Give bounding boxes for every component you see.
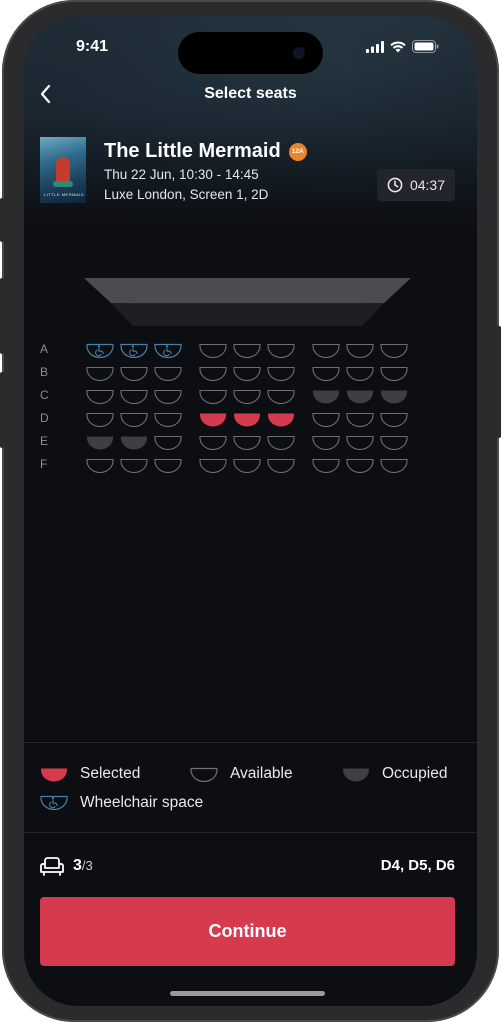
wheelchair-icon bbox=[163, 345, 172, 357]
seat-d7-available[interactable] bbox=[312, 412, 340, 427]
seat-b1-available[interactable] bbox=[86, 366, 114, 381]
seat-a9-available[interactable] bbox=[380, 343, 408, 358]
seat-count: 3/3 bbox=[40, 856, 93, 876]
seat-a3-wheelchair[interactable] bbox=[154, 343, 182, 358]
seat-d3-available[interactable] bbox=[154, 412, 182, 427]
selected-seat-icon bbox=[41, 768, 67, 781]
row-label-e: E bbox=[40, 434, 49, 448]
wheelchair-icon bbox=[95, 345, 104, 357]
seat-a1-wheelchair[interactable] bbox=[86, 343, 114, 358]
available-seat-icon bbox=[190, 767, 218, 782]
continue-button[interactable]: Continue bbox=[40, 897, 455, 966]
selected-count: 3 bbox=[73, 857, 82, 874]
seat-b2-available[interactable] bbox=[120, 366, 148, 381]
seat-b8-available[interactable] bbox=[346, 366, 374, 381]
seat-f4-available[interactable] bbox=[199, 458, 227, 473]
seat-c8-occupied bbox=[347, 390, 373, 404]
row-label-a: A bbox=[40, 342, 49, 356]
armchair-icon bbox=[40, 857, 64, 876]
seat-a2-wheelchair[interactable] bbox=[120, 343, 148, 358]
seat-d8-available[interactable] bbox=[346, 412, 374, 427]
volume-up-button bbox=[0, 278, 4, 354]
legend-available: Available bbox=[190, 765, 293, 783]
home-indicator[interactable] bbox=[170, 991, 325, 996]
seat-f5-available[interactable] bbox=[233, 458, 261, 473]
seat-e6-available[interactable] bbox=[267, 435, 295, 450]
seat-b6-available[interactable] bbox=[267, 366, 295, 381]
seat-a7-available[interactable] bbox=[312, 343, 340, 358]
seat-f1-available[interactable] bbox=[86, 458, 114, 473]
wheelchair-seat-icon bbox=[40, 795, 68, 811]
seat-f9-available[interactable] bbox=[380, 458, 408, 473]
legend-divider bbox=[24, 742, 477, 743]
seat-f6-available[interactable] bbox=[267, 458, 295, 473]
legend-wheelchair: Wheelchair space bbox=[40, 794, 203, 812]
seat-map: ABCDEF bbox=[24, 16, 477, 496]
seat-e8-available[interactable] bbox=[346, 435, 374, 450]
seat-f7-available[interactable] bbox=[312, 458, 340, 473]
app-screen: 9:41 Select seats LITTLE MERMAID The Lit… bbox=[24, 16, 477, 1006]
seat-b7-available[interactable] bbox=[312, 366, 340, 381]
seat-a5-available[interactable] bbox=[233, 343, 261, 358]
seat-a8-available[interactable] bbox=[346, 343, 374, 358]
seat-c6-available[interactable] bbox=[267, 389, 295, 404]
legend-available-label: Available bbox=[230, 765, 293, 782]
seat-c9-occupied bbox=[381, 390, 407, 404]
selected-seats-summary: D4, D5, D6 bbox=[380, 857, 455, 874]
seat-b5-available[interactable] bbox=[233, 366, 261, 381]
seat-b9-available[interactable] bbox=[380, 366, 408, 381]
seat-c7-occupied bbox=[313, 390, 339, 404]
seat-c5-available[interactable] bbox=[233, 389, 261, 404]
seat-e1-occupied bbox=[87, 436, 113, 450]
seat-e9-available[interactable] bbox=[380, 435, 408, 450]
seat-c2-available[interactable] bbox=[120, 389, 148, 404]
seat-e3-available[interactable] bbox=[154, 435, 182, 450]
seat-d5-selected[interactable] bbox=[233, 412, 261, 427]
footer-divider bbox=[24, 832, 477, 833]
seat-c3-available[interactable] bbox=[154, 389, 182, 404]
seat-f8-available[interactable] bbox=[346, 458, 374, 473]
occupied-seat-icon bbox=[343, 768, 369, 781]
legend-occupied-label: Occupied bbox=[382, 765, 448, 782]
seat-c1-available[interactable] bbox=[86, 389, 114, 404]
total-count: /3 bbox=[81, 858, 93, 873]
legend-selected: Selected bbox=[40, 765, 140, 783]
seat-d4-selected[interactable] bbox=[199, 412, 227, 427]
legend-wheelchair-label: Wheelchair space bbox=[80, 794, 204, 811]
row-label-f: F bbox=[40, 457, 48, 471]
legend-occupied: Occupied bbox=[342, 765, 447, 783]
action-button bbox=[0, 198, 4, 242]
seat-d2-available[interactable] bbox=[120, 412, 148, 427]
wheelchair-icon bbox=[129, 345, 138, 357]
seat-c4-available[interactable] bbox=[199, 389, 227, 404]
seat-f2-available[interactable] bbox=[120, 458, 148, 473]
seat-a4-available[interactable] bbox=[199, 343, 227, 358]
power-button bbox=[497, 326, 501, 438]
seat-a6-available[interactable] bbox=[267, 343, 295, 358]
seat-e2-occupied bbox=[121, 436, 147, 450]
legend-selected-label: Selected bbox=[80, 765, 141, 782]
row-label-c: C bbox=[40, 388, 49, 402]
seat-b3-available[interactable] bbox=[154, 366, 182, 381]
seat-b4-available[interactable] bbox=[199, 366, 227, 381]
seat-f3-available[interactable] bbox=[154, 458, 182, 473]
seat-d9-available[interactable] bbox=[380, 412, 408, 427]
row-label-b: B bbox=[40, 365, 49, 379]
row-label-d: D bbox=[40, 411, 49, 425]
seat-e5-available[interactable] bbox=[233, 435, 261, 450]
seat-e4-available[interactable] bbox=[199, 435, 227, 450]
seat-e7-available[interactable] bbox=[312, 435, 340, 450]
seat-d1-available[interactable] bbox=[86, 412, 114, 427]
seat-d6-selected[interactable] bbox=[267, 412, 295, 427]
volume-down-button bbox=[0, 372, 4, 448]
